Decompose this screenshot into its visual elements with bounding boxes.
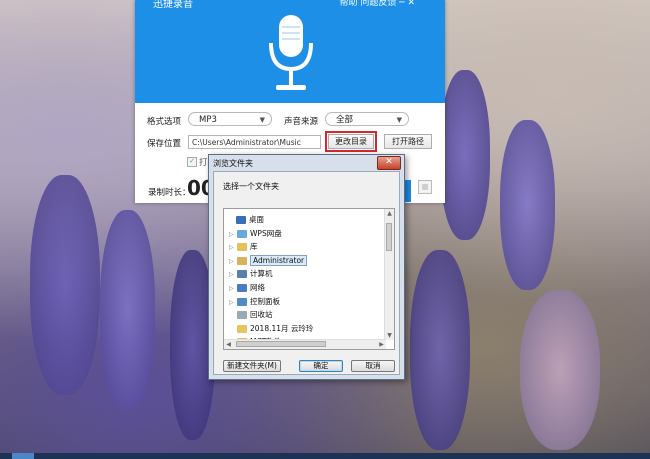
- source-label: 声音来源: [284, 117, 319, 127]
- chevron-down-icon: ▼: [396, 116, 402, 124]
- taskbar: [0, 453, 650, 459]
- option-checkbox[interactable]: ✓: [187, 157, 197, 167]
- open-path-button[interactable]: 打开路径: [384, 134, 432, 149]
- horizontal-scrollbar[interactable]: ◀ ▶: [224, 339, 386, 349]
- record-duration-label: 录制时长：: [148, 188, 191, 198]
- header-controls[interactable]: 帮助 问题反馈 ─ ✕: [339, 0, 415, 8]
- save-location-label: 保存位置: [147, 139, 182, 149]
- background-flower: [30, 175, 100, 395]
- save-path-field[interactable]: C:\Users\Administrator\Music: [188, 135, 321, 149]
- dialog-body: 选择一个文件夹 桌面 ▷ WPS网盘 ▷ 库 ▷ Administrator ▷ 计算机 ▷ 网络 ▷…: [213, 171, 400, 375]
- vertical-scrollbar[interactable]: ▲ ▼: [384, 209, 394, 340]
- tree-item[interactable]: ▷ 控制面板: [229, 295, 389, 308]
- tree-item-label: 网络: [250, 283, 265, 292]
- dialog-title: 浏览文件夹: [213, 159, 253, 168]
- background-flower: [500, 120, 555, 290]
- desktop-icon: [236, 216, 246, 224]
- tree-item[interactable]: 回收站: [229, 308, 389, 321]
- source-value: 全部: [336, 115, 354, 125]
- scroll-up-icon[interactable]: ▲: [385, 209, 394, 218]
- tree-item[interactable]: ▷ 计算机: [229, 267, 389, 280]
- tree-item[interactable]: ▷ WPS网盘: [229, 227, 389, 240]
- tree-item-label: 2018.11月 云玲玲: [250, 323, 314, 333]
- background-flower: [520, 290, 600, 450]
- background-flower: [440, 70, 490, 240]
- start-button[interactable]: [12, 453, 34, 459]
- tree-item-label: Administrator: [250, 254, 308, 266]
- format-label: 格式选项: [147, 117, 182, 127]
- expand-arrow-icon[interactable]: ▷: [229, 255, 236, 268]
- tree-item-label: 回收站: [250, 310, 273, 320]
- dialog-prompt: 选择一个文件夹: [223, 182, 279, 191]
- tree-item-label: 桌面: [249, 215, 264, 224]
- tree-item-label: 库: [250, 242, 258, 252]
- tree-item-label: WPS网盘: [250, 228, 282, 238]
- user-icon: [237, 256, 247, 265]
- computer-icon: [237, 270, 247, 279]
- background-flower: [100, 210, 155, 410]
- tree-item[interactable]: 2018.11月 云玲玲: [229, 322, 389, 335]
- microphone-icon: [269, 15, 313, 90]
- control-panel-icon: [237, 297, 247, 306]
- expand-arrow-icon[interactable]: ▷: [229, 296, 236, 309]
- format-value: MP3: [199, 115, 217, 125]
- folder-tree[interactable]: 桌面 ▷ WPS网盘 ▷ 库 ▷ Administrator ▷ 计算机 ▷ 网络 ▷ 控制面板 回收站 2…: [223, 208, 395, 350]
- folder-icon: [237, 324, 247, 333]
- cloud-icon: [237, 229, 247, 238]
- tree-item[interactable]: ▷ 库: [229, 240, 389, 253]
- checkbox-label: 打: [199, 158, 208, 168]
- app-title: 迅捷录音: [153, 0, 193, 10]
- tree-item-label: 计算机: [250, 269, 273, 279]
- chevron-down-icon: ▼: [259, 116, 265, 124]
- tree-item[interactable]: ▷ Administrator: [229, 254, 389, 267]
- expand-arrow-icon[interactable]: ▷: [229, 241, 236, 254]
- expand-arrow-icon[interactable]: ▷: [229, 268, 236, 281]
- change-directory-button[interactable]: 更改目录: [325, 131, 377, 152]
- app-header: 迅捷录音 帮助 问题反馈 ─ ✕: [135, 0, 445, 103]
- format-select[interactable]: MP3 ▼: [188, 112, 272, 126]
- close-button[interactable]: ✕: [377, 156, 401, 170]
- scroll-left-icon[interactable]: ◀: [224, 340, 233, 349]
- recycle-bin-icon: [237, 311, 247, 320]
- expand-arrow-icon[interactable]: ▷: [229, 228, 236, 241]
- tree-item[interactable]: 桌面: [229, 213, 389, 226]
- network-icon: [237, 284, 247, 292]
- cancel-button[interactable]: 取消: [351, 360, 395, 372]
- tree-item[interactable]: ▷ 网络: [229, 281, 389, 294]
- library-icon: [237, 243, 247, 252]
- expand-arrow-icon[interactable]: ▷: [229, 282, 236, 295]
- stop-button[interactable]: [418, 180, 432, 194]
- background-flower: [410, 250, 470, 450]
- browse-folder-dialog: 浏览文件夹 ✕ 选择一个文件夹 桌面 ▷ WPS网盘 ▷ 库 ▷ Administrator…: [208, 154, 405, 380]
- scroll-down-icon[interactable]: ▼: [385, 331, 394, 340]
- ok-button[interactable]: 确定: [299, 360, 343, 372]
- scroll-thumb[interactable]: [236, 341, 326, 347]
- new-folder-button[interactable]: 新建文件夹(M): [223, 360, 281, 372]
- source-select[interactable]: 全部 ▼: [325, 112, 409, 126]
- scroll-right-icon[interactable]: ▶: [377, 340, 386, 349]
- tree-item-label: 控制面板: [250, 296, 280, 306]
- scroll-thumb[interactable]: [386, 223, 392, 251]
